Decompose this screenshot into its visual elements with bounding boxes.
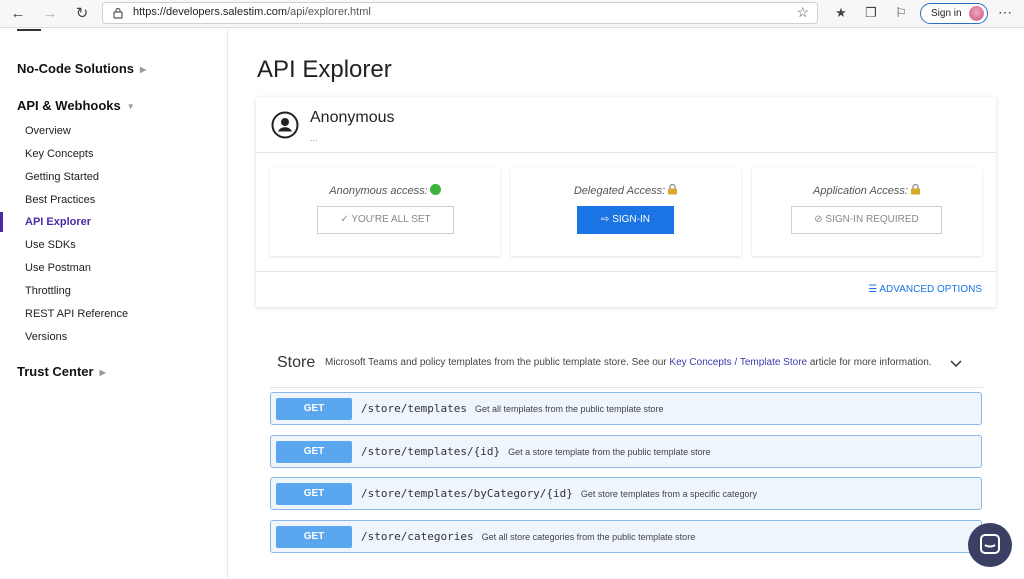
divider (256, 271, 996, 272)
get-method-badge: GET (276, 441, 352, 463)
sidebar-section-label: Trust Center (17, 364, 94, 379)
store-title: Store (277, 354, 316, 371)
caret-right-icon: ▶ (99, 368, 106, 378)
access-label: Delegated Access: (511, 184, 741, 197)
sign-in-icon: ⇨ (601, 214, 610, 225)
access-label: Anonymous access: (270, 184, 500, 197)
button-label: YOU'RE ALL SET (351, 214, 431, 225)
user-subtitle: ... (310, 133, 318, 143)
user-name: Anonymous (310, 109, 395, 126)
endpoint-path-text: /store/categories (361, 530, 474, 543)
sidebar-section-label: API & Webhooks (17, 98, 121, 113)
button-label: SIGN-IN REQUIRED (825, 214, 919, 225)
sidebar-item-use-postman[interactable]: Use Postman (25, 262, 91, 274)
advanced-options-link[interactable]: ☰ ADVANCED OPTIONS (868, 284, 982, 295)
reload-icon[interactable]: ↻ (72, 4, 92, 24)
endpoint-path-text: /store/templates (361, 402, 467, 415)
sidebar-item-key-concepts[interactable]: Key Concepts (25, 148, 93, 160)
green-dot-icon (429, 184, 441, 195)
get-method-badge: GET (276, 398, 352, 420)
sign-in-button[interactable]: ⇨ SIGN-IN (577, 206, 674, 234)
endpoint-row[interactable]: GET /store/templates Get all templates fr… (270, 392, 982, 425)
access-label-text: Anonymous access: (329, 185, 428, 197)
store-desc-after: article for more information. (807, 357, 932, 368)
endpoint-row[interactable]: GET /store/templates/{id} Get a store tem… (270, 435, 982, 468)
sidebar-item-use-sdks[interactable]: Use SDKs (25, 239, 76, 251)
sidebar-item-getting-started[interactable]: Getting Started (25, 171, 99, 183)
youre-all-set-button[interactable]: ✓ YOU'RE ALL SET (317, 206, 454, 234)
lock-icon (113, 7, 123, 19)
endpoint-path: /store/templates Get all templates from t… (361, 402, 664, 415)
chat-launcher-button[interactable] (968, 523, 1012, 567)
page-title: API Explorer (257, 56, 392, 83)
back-arrow-icon[interactable]: ← (8, 4, 28, 24)
avatar (969, 6, 984, 21)
store-description: Microsoft Teams and policy templates fro… (325, 357, 932, 368)
user-circle-icon (271, 111, 299, 139)
advanced-options-label: ADVANCED OPTIONS (879, 284, 982, 295)
favorite-star-icon[interactable]: ☆ (796, 4, 809, 21)
sidebar-divider (17, 29, 41, 31)
endpoint-row[interactable]: GET /store/categories Get all store categ… (270, 520, 982, 553)
get-method-badge: GET (276, 483, 352, 505)
sign-in-required-button[interactable]: ⊘ SIGN-IN REQUIRED (791, 206, 942, 234)
access-label-text: Application Access: (813, 185, 908, 197)
endpoint-description: Get a store template from the public tem… (508, 447, 711, 457)
endpoint-description: Get store templates from a specific cate… (580, 489, 757, 499)
store-section-header[interactable]: Store Microsoft Teams and policy templat… (270, 340, 983, 388)
endpoint-path: /store/templates/{id} Get a store templat… (361, 445, 711, 458)
store-desc-before: Microsoft Teams and policy templates fro… (325, 357, 670, 368)
collections-icon[interactable]: ❐ (862, 4, 880, 22)
endpoint-description: Get all templates from the public templa… (474, 404, 664, 414)
sidebar-section-trust-center[interactable]: Trust Center ▶ (17, 364, 106, 379)
endpoint-path: /store/templates/byCategory/{id} Get stor… (361, 487, 757, 500)
sidebar-section-no-code[interactable]: No-Code Solutions ▶ (17, 61, 146, 76)
sidebar-item-overview[interactable]: Overview (25, 125, 71, 137)
access-label: Application Access: (752, 184, 982, 197)
auth-card: Anonymous ... Anonymous access: ✓ YOU'RE… (256, 97, 996, 307)
check-icon: ✓ (340, 214, 349, 225)
endpoint-row[interactable]: GET /store/templates/byCategory/{id} Get … (270, 477, 982, 510)
endpoint-path: /store/categories Get all store categorie… (361, 530, 695, 543)
sliders-icon: ☰ (868, 284, 878, 295)
sidebar-item-rest-api-reference[interactable]: REST API Reference (25, 308, 128, 320)
browser-signin-button[interactable]: Sign in (920, 3, 988, 24)
sidebar: No-Code Solutions ▶ API & Webhooks ▼ Overv… (0, 29, 228, 579)
endpoint-path-text: /store/templates/byCategory/{id} (361, 487, 573, 500)
key-concepts-link[interactable]: Key Concepts / Template Store (669, 357, 807, 368)
application-access-box: Application Access: ⊘ SIGN-IN REQUIRED (752, 168, 982, 256)
lock-icon (668, 184, 678, 195)
caret-right-icon: ▶ (140, 65, 147, 75)
feedback-icon[interactable]: ⚐ (892, 4, 910, 22)
url-path: /api/explorer.html (287, 6, 371, 18)
access-label-text: Delegated Access: (573, 185, 666, 197)
endpoint-path-text: /store/templates/{id} (361, 445, 501, 458)
button-label: SIGN-IN (612, 214, 650, 225)
get-method-badge: GET (276, 526, 352, 548)
url-host: https://developers.salestim.com (133, 6, 288, 18)
browser-toolbar: ← → ↻ https://developers.salestim.com/ap… (0, 0, 1024, 28)
caret-down-icon: ▼ (126, 102, 135, 112)
anonymous-access-box: Anonymous access: ✓ YOU'RE ALL SET (270, 168, 500, 256)
more-menu-icon[interactable]: ⋯ (998, 4, 1012, 21)
delegated-access-box: Delegated Access: ⇨ SIGN-IN (511, 168, 741, 256)
chevron-down-icon[interactable] (949, 356, 963, 370)
sidebar-section-label: No-Code Solutions (17, 61, 134, 76)
sidebar-section-api-webhooks[interactable]: API & Webhooks ▼ (17, 98, 135, 113)
prohibited-icon: ⊘ (814, 214, 823, 225)
lock-icon (910, 184, 920, 195)
url-text: https://developers.salestim.com/api/expl… (133, 6, 371, 18)
endpoint-description: Get all store categories from the public… (481, 532, 696, 542)
sidebar-active-indicator (0, 212, 3, 232)
sidebar-item-api-explorer[interactable]: API Explorer (25, 216, 91, 228)
favorites-icon[interactable]: ★ (832, 4, 850, 22)
divider (256, 152, 996, 153)
sidebar-item-best-practices[interactable]: Best Practices (25, 194, 95, 206)
browser-signin-label: Sign in (931, 8, 962, 19)
address-bar[interactable]: https://developers.salestim.com/api/expl… (102, 2, 818, 24)
sidebar-item-throttling[interactable]: Throttling (25, 285, 71, 297)
sidebar-item-versions[interactable]: Versions (25, 331, 67, 343)
chat-icon (980, 534, 1000, 554)
forward-arrow-icon[interactable]: → (40, 4, 60, 24)
